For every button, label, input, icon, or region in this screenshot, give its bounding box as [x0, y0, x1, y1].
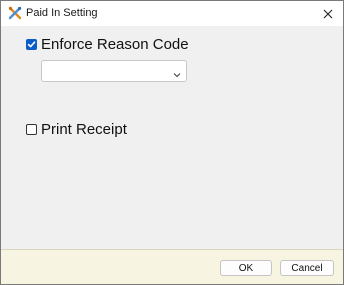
title-bar: Paid In Setting — [1, 1, 343, 26]
close-icon — [323, 9, 333, 18]
enforce-reason-code-row[interactable]: Enforce Reason Code — [26, 36, 189, 53]
app-tools-icon — [8, 6, 22, 20]
window-title: Paid In Setting — [26, 7, 98, 19]
chevron-down-icon — [172, 67, 182, 78]
print-receipt-label: Print Receipt — [41, 121, 127, 138]
checkmark-icon — [27, 41, 36, 48]
reason-code-select[interactable] — [41, 60, 187, 82]
enforce-reason-code-checkbox[interactable] — [26, 39, 37, 50]
close-button[interactable] — [313, 1, 343, 26]
print-receipt-checkbox[interactable] — [26, 124, 37, 135]
print-receipt-row[interactable]: Print Receipt — [26, 121, 127, 138]
ok-button[interactable]: OK — [220, 260, 272, 276]
dialog-footer: OK Cancel — [1, 249, 343, 284]
dialog-content: Enforce Reason Code Print Receipt — [1, 26, 343, 249]
dialog-window: Paid In Setting Enforce Reason Code Prin… — [0, 0, 344, 285]
cancel-button[interactable]: Cancel — [280, 260, 334, 276]
enforce-reason-code-label: Enforce Reason Code — [41, 36, 189, 53]
